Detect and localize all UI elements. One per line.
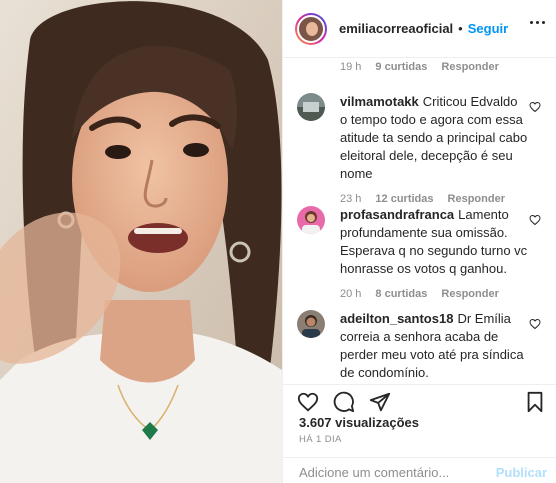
publish-button[interactable]: Publicar xyxy=(496,465,547,480)
commenter-avatar[interactable] xyxy=(297,93,325,121)
comment-text: adeilton_santos18 Dr Emília correia a sen… xyxy=(340,310,528,382)
comment-icon[interactable] xyxy=(333,391,355,416)
header-separator: • xyxy=(458,21,463,36)
comments-list[interactable]: 19 h 9 curtidas Responder vilmamotakk Cri… xyxy=(283,58,556,384)
comment-likes[interactable]: 8 curtidas xyxy=(375,288,427,300)
comment-item: profasandrafranca Lamento profundamente s… xyxy=(297,206,547,300)
comment-item: vilmamotakk Criticou Edvaldo o tempo todo… xyxy=(297,93,547,205)
comment-time: 23 h xyxy=(340,193,362,205)
post-video[interactable] xyxy=(0,0,282,483)
comment-meta: 20 h 8 curtidas Responder xyxy=(340,288,547,300)
commenter-username[interactable]: adeilton_santos18 xyxy=(340,311,453,326)
paper-plane-icon[interactable] xyxy=(369,391,391,416)
post-header: emiliacorreaoficial • Seguir xyxy=(283,0,556,58)
post-actions-bar: 3.607 visualizações xyxy=(283,384,556,434)
comment-likes[interactable]: 12 curtidas xyxy=(375,193,433,205)
heart-icon[interactable] xyxy=(529,214,541,229)
add-comment-bar: Publicar xyxy=(283,457,556,483)
post-details-panel: emiliacorreaoficial • Seguir 19 h 9 curt… xyxy=(282,0,556,483)
comment-meta: 19 h 9 curtidas Responder xyxy=(340,61,499,73)
comment-meta: 23 h 12 curtidas Responder xyxy=(340,193,547,205)
reply-button[interactable]: Responder xyxy=(441,288,498,300)
view-count[interactable]: 3.607 visualizações xyxy=(299,415,419,430)
heart-icon[interactable] xyxy=(529,318,541,333)
post-date[interactable]: HÁ 1 DIA xyxy=(299,434,342,445)
commenter-username[interactable]: vilmamotakk xyxy=(340,94,419,109)
comment-text: vilmamotakk Criticou Edvaldo o tempo todo… xyxy=(340,93,528,183)
commenter-avatar[interactable] xyxy=(297,310,325,338)
comment-text: profasandrafranca Lamento profundamente s… xyxy=(340,206,528,278)
comment-likes[interactable]: 9 curtidas xyxy=(375,61,427,73)
heart-icon[interactable] xyxy=(529,101,541,116)
comment-time: 20 h xyxy=(340,288,362,300)
author-avatar[interactable] xyxy=(295,12,327,45)
comment-time: 19 h xyxy=(340,61,362,73)
reply-button[interactable]: Responder xyxy=(448,193,505,205)
video-frame-illustration xyxy=(0,0,282,483)
heart-icon[interactable] xyxy=(297,391,319,416)
comment-input[interactable] xyxy=(299,465,479,480)
comment-item: adeilton_santos18 Dr Emília correia a sen… xyxy=(297,310,547,382)
bookmark-icon[interactable] xyxy=(525,391,545,416)
reply-button[interactable]: Responder xyxy=(441,61,498,73)
commenter-avatar[interactable] xyxy=(297,206,325,234)
action-icons xyxy=(297,391,391,416)
follow-button[interactable]: Seguir xyxy=(468,21,508,36)
commenter-username[interactable]: profasandrafranca xyxy=(340,207,454,222)
more-options-icon[interactable] xyxy=(530,21,545,24)
author-username[interactable]: emiliacorreaoficial xyxy=(339,21,453,36)
